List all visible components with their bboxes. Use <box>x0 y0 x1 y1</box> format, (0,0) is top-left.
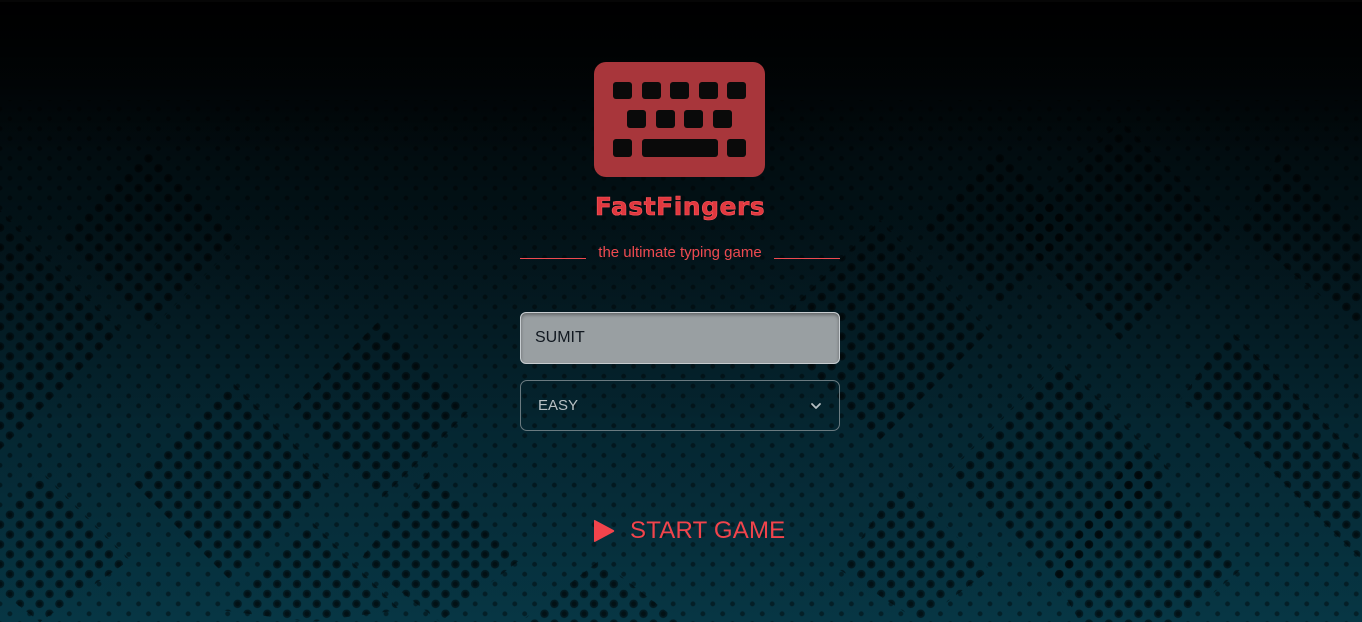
difficulty-select[interactable]: EASY <box>520 380 840 431</box>
tagline: the ultimate typing game <box>520 244 840 261</box>
play-icon <box>594 519 615 542</box>
tagline-rule-right <box>774 258 840 259</box>
keyboard-icon <box>594 62 765 177</box>
brand-title: FastFingers <box>594 192 766 222</box>
tagline-text: the ultimate typing game <box>598 244 762 261</box>
start-screen: FastFingers the ultimate typing game EAS… <box>0 0 1362 622</box>
chevron-down-icon <box>811 402 821 409</box>
difficulty-selected-value: EASY <box>538 397 579 414</box>
start-game-label: START GAME <box>630 517 786 544</box>
player-name-input[interactable] <box>520 312 840 364</box>
tagline-rule-left <box>520 258 586 259</box>
start-game-button[interactable]: START GAME <box>592 514 792 548</box>
